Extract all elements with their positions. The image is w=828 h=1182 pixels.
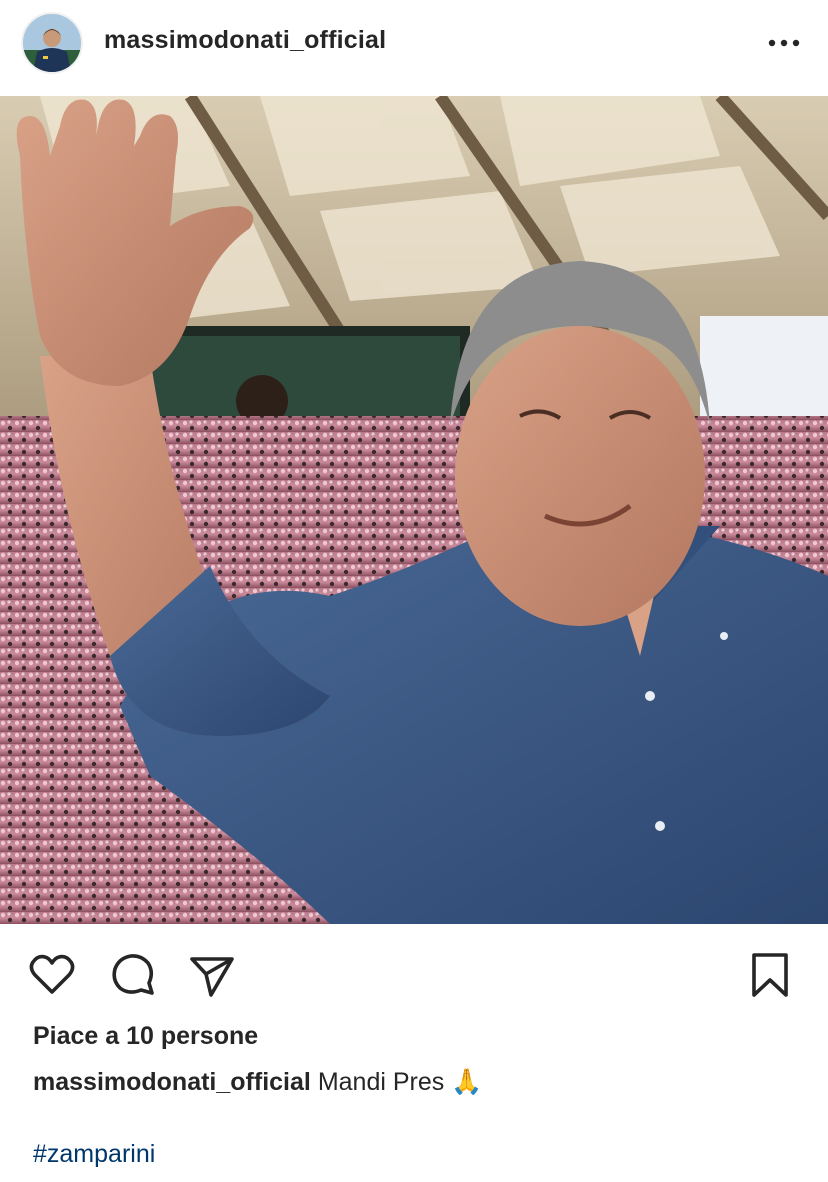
caption-username[interactable]: massimodonati_official (33, 1068, 311, 1096)
send-icon[interactable] (187, 950, 237, 1000)
post-actions (0, 940, 828, 1006)
caption-text: Mandi Pres (317, 1068, 445, 1096)
post-username[interactable]: massimodonati_official (104, 26, 386, 55)
caption: massimodonati_official Mandi Pres 🙏 (33, 1068, 482, 1097)
heart-icon[interactable] (27, 950, 77, 1000)
more-horizontal-icon[interactable] (764, 30, 804, 56)
post-header: massimodonati_official (0, 0, 828, 96)
avatar[interactable] (21, 12, 83, 74)
bookmark-icon[interactable] (745, 950, 795, 1000)
comment-icon[interactable] (108, 950, 158, 1000)
hashtag-link[interactable]: #zamparini (33, 1140, 155, 1169)
pray-emoji: 🙏 (451, 1068, 483, 1096)
post-photo[interactable] (0, 96, 828, 924)
likes-count[interactable]: Piace a 10 persone (33, 1022, 258, 1051)
